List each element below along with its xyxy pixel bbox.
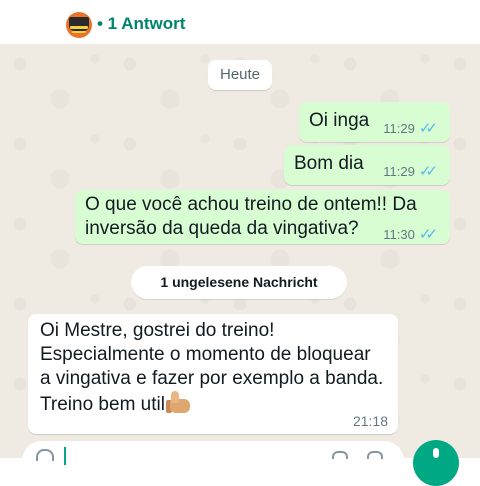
- double-check-icon: ✓✓: [418, 163, 438, 180]
- message-line: Treino bem util: [40, 394, 165, 415]
- message-text: Bom dia: [294, 153, 364, 174]
- text-cursor: [64, 447, 66, 465]
- message-meta: 11:30 ✓✓: [383, 223, 438, 247]
- compose-bar: [0, 438, 480, 486]
- outgoing-message[interactable]: O que você achou treino de ontem!! Da in…: [75, 190, 450, 244]
- message-text: Oi inga: [309, 110, 370, 131]
- chat-area[interactable]: Heute Oi inga 11:29 ✓✓ Bom dia 11:29 ✓✓ O …: [0, 44, 480, 458]
- incoming-message[interactable]: Oi Mestre, gostrei do treino! Especialme…: [28, 314, 398, 434]
- message-line: a vingativa e fazer por exemplo a banda.: [40, 368, 384, 389]
- message-line-last: Treino bem util: [40, 391, 390, 417]
- message-input[interactable]: [22, 441, 404, 481]
- message-text: Oi Mestre, gostrei do treino! Especialme…: [40, 319, 390, 417]
- double-check-icon: ✓✓: [418, 120, 438, 137]
- message-line: Oi Mestre, gostrei do treino!: [40, 320, 275, 341]
- group-avatar-icon[interactable]: [66, 12, 92, 38]
- message-time: 11:30: [383, 227, 415, 242]
- outgoing-message[interactable]: Bom dia 11:29 ✓✓: [284, 145, 450, 185]
- message-time: 21:18: [352, 413, 388, 429]
- thread-header: • 1 Antwort: [0, 0, 480, 44]
- thumbs-up-icon: [165, 391, 192, 413]
- message-line: Especialmente o momento de bloquear: [40, 344, 371, 365]
- message-meta: 11:29 ✓✓: [383, 117, 438, 141]
- emoji-icon[interactable]: [36, 449, 54, 461]
- double-check-icon: ✓✓: [418, 226, 438, 243]
- outgoing-message[interactable]: Oi inga 11:29 ✓✓: [299, 102, 450, 142]
- message-meta: 11:29 ✓✓: [383, 160, 438, 184]
- replies-link[interactable]: • 1 Antwort: [97, 13, 185, 35]
- message-time: 11:29: [383, 164, 415, 179]
- mic-button[interactable]: [413, 440, 459, 486]
- unread-banner: 1 ungelesene Nachricht: [131, 266, 347, 299]
- message-time: 11:29: [383, 121, 415, 136]
- date-chip: Heute: [208, 60, 273, 90]
- mic-icon: [433, 448, 439, 458]
